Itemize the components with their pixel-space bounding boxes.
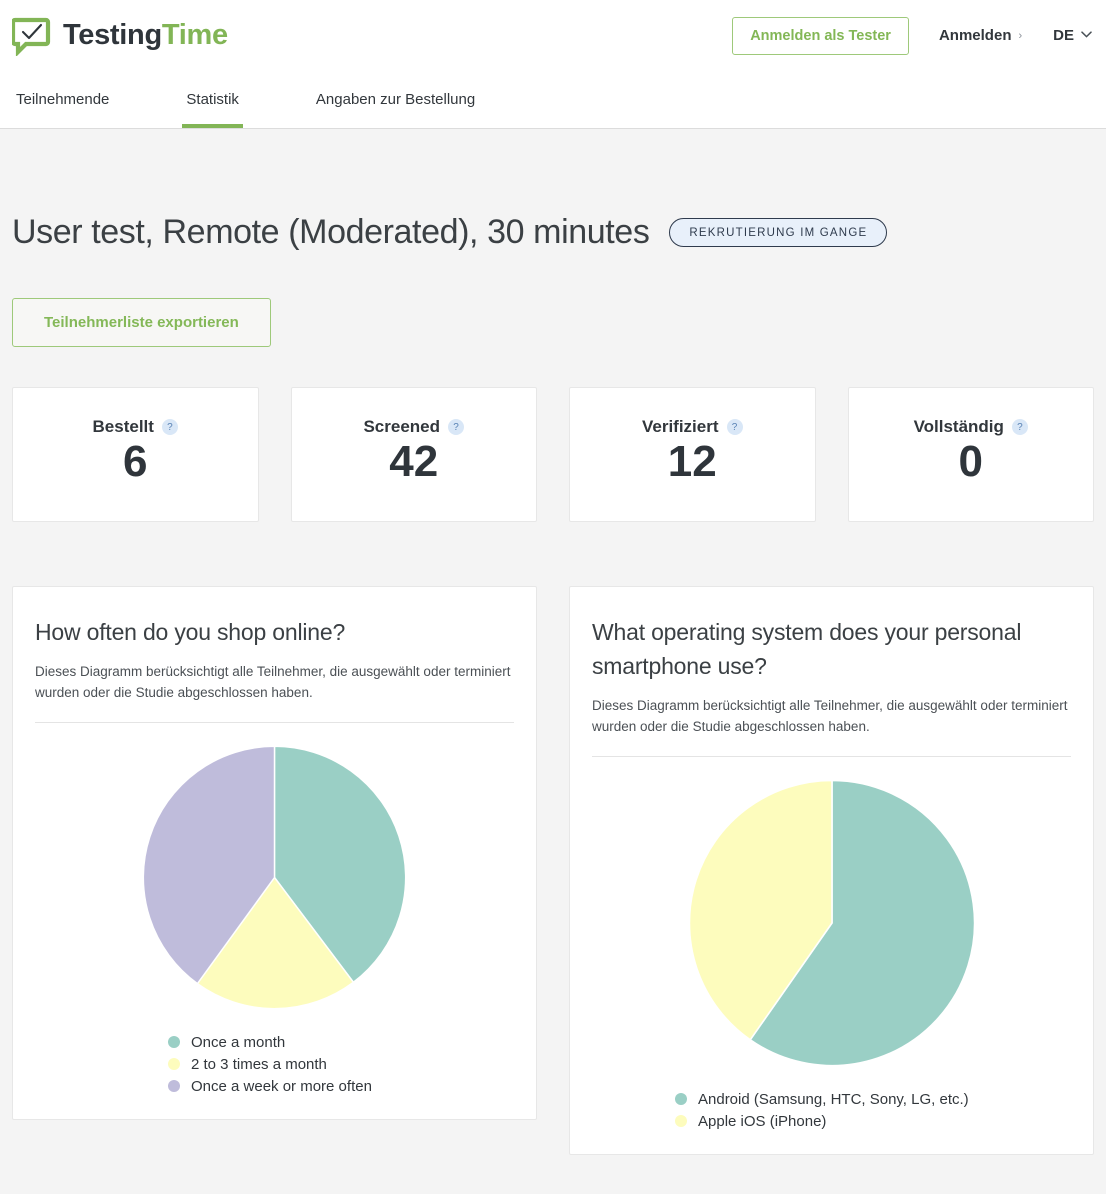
help-icon[interactable]: ? bbox=[1011, 419, 1028, 435]
section-tabs: Teilnehmende Statistik Angaben zur Beste… bbox=[0, 71, 1106, 129]
legend-label: Once a month bbox=[191, 1033, 286, 1051]
tab-statistik[interactable]: Statistik bbox=[182, 71, 243, 128]
tab-angaben-zur-bestellung[interactable]: Angaben zur Bestellung bbox=[314, 71, 477, 128]
stat-value: 6 bbox=[123, 437, 148, 486]
main-content: User test, Remote (Moderated), 30 minute… bbox=[0, 129, 1106, 1155]
legend-label: Apple iOS (iPhone) bbox=[698, 1112, 827, 1130]
speech-bubble-check-icon bbox=[10, 16, 52, 57]
chevron-down-icon bbox=[1081, 30, 1092, 41]
stat-card-verifiziert: Verifiziert ? 12 bbox=[569, 387, 816, 522]
chevron-right-icon: › bbox=[1018, 29, 1023, 42]
stats-row: Bestellt ? 6 Screened ? 42 Verifiziert ?… bbox=[12, 387, 1094, 522]
chart-legend: Android (Samsung, HTC, Sony, LG, etc.) A… bbox=[675, 1091, 1071, 1130]
legend-item[interactable]: 2 to 3 times a month bbox=[168, 1056, 327, 1073]
tab-teilnehmende[interactable]: Teilnehmende bbox=[14, 71, 111, 128]
export-participant-list-button[interactable]: Teilnehmerliste exportieren bbox=[12, 298, 271, 347]
pie-chart-smartphone-os bbox=[592, 757, 1071, 1067]
stat-label: Bestellt bbox=[92, 417, 154, 436]
chart-description: Dieses Diagramm berücksichtigt alle Teil… bbox=[592, 698, 1068, 735]
signup-as-tester-button[interactable]: Anmelden als Tester bbox=[732, 16, 909, 55]
help-icon[interactable]: ? bbox=[161, 419, 178, 435]
page-title: User test, Remote (Moderated), 30 minute… bbox=[12, 213, 650, 251]
chart-title: How often do you shop online? bbox=[35, 619, 346, 645]
legend-swatch-once-a-month bbox=[168, 1036, 180, 1049]
status-badge: REKRUTIERUNG IM GANGE bbox=[669, 218, 888, 247]
legend-swatch-apple-ios bbox=[675, 1115, 687, 1128]
brand-text: TestingTime bbox=[63, 19, 228, 52]
header-actions: Anmelden als Tester Anmelden › DE bbox=[732, 16, 1092, 55]
stat-label-row: Screened ? bbox=[363, 417, 465, 437]
stat-label-row: Bestellt ? bbox=[93, 417, 178, 437]
legend-swatch-once-a-week-or-more-often bbox=[168, 1080, 180, 1093]
stat-label: Vollständig bbox=[913, 417, 1004, 436]
legend-item[interactable]: Android (Samsung, HTC, Sony, LG, etc.) bbox=[675, 1091, 969, 1108]
login-link-label: Anmelden bbox=[938, 27, 1012, 44]
stat-value: 12 bbox=[667, 437, 717, 486]
brand-logo[interactable]: TestingTime bbox=[10, 16, 228, 57]
help-icon[interactable]: ? bbox=[448, 419, 465, 435]
stat-label: Verifiziert bbox=[641, 417, 719, 436]
charts-row: How often do you shop online? Dieses Dia… bbox=[12, 586, 1094, 1155]
stat-value: 42 bbox=[389, 437, 439, 486]
chart-card-shopping-frequency: How often do you shop online? Dieses Dia… bbox=[12, 586, 537, 1120]
legend-swatch-2-to-3-times-a-month bbox=[168, 1058, 180, 1071]
stat-card-bestellt: Bestellt ? 6 bbox=[12, 387, 259, 522]
stat-card-vollstaendig: Vollständig ? 0 bbox=[847, 387, 1094, 522]
language-selector[interactable]: DE bbox=[1053, 27, 1092, 44]
legend-label: 2 to 3 times a month bbox=[191, 1055, 327, 1073]
pie-svg bbox=[142, 745, 407, 1010]
language-selector-value: DE bbox=[1053, 27, 1074, 44]
legend-item[interactable]: Apple iOS (iPhone) bbox=[675, 1113, 826, 1130]
stat-label-row: Vollständig ? bbox=[914, 417, 1028, 437]
help-icon[interactable]: ? bbox=[726, 419, 743, 435]
legend-item[interactable]: Once a week or more often bbox=[168, 1078, 372, 1095]
stat-label-row: Verifiziert ? bbox=[642, 417, 743, 437]
stat-label: Screened bbox=[363, 417, 441, 436]
brand-text-second: Time bbox=[161, 19, 228, 51]
legend-swatch-android bbox=[675, 1093, 687, 1106]
chart-title: What operating system does your personal… bbox=[592, 619, 1022, 680]
brand-text-first: Testing bbox=[63, 19, 162, 51]
legend-label: Once a week or more often bbox=[191, 1077, 372, 1095]
stat-card-screened: Screened ? 42 bbox=[290, 387, 537, 522]
login-link[interactable]: Anmelden › bbox=[939, 27, 1022, 44]
stat-value: 0 bbox=[958, 437, 983, 486]
chart-card-smartphone-os: What operating system does your personal… bbox=[569, 586, 1094, 1155]
chart-description: Dieses Diagramm berücksichtigt alle Teil… bbox=[35, 664, 511, 701]
pie-svg bbox=[688, 779, 975, 1067]
title-row: User test, Remote (Moderated), 30 minute… bbox=[12, 129, 1094, 252]
chart-legend: Once a month 2 to 3 times a month Once a… bbox=[168, 1034, 514, 1095]
legend-item[interactable]: Once a month bbox=[168, 1034, 285, 1051]
pie-chart-shopping-frequency bbox=[35, 723, 514, 1010]
legend-label: Android (Samsung, HTC, Sony, LG, etc.) bbox=[698, 1090, 969, 1108]
top-header: TestingTime Anmelden als Tester Anmelden… bbox=[0, 0, 1106, 71]
